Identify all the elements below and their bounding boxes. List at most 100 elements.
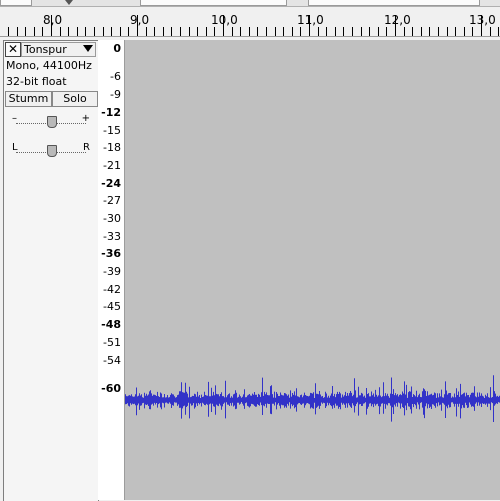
ruler-minor-tick bbox=[42, 27, 43, 36]
ruler-minor-tick bbox=[68, 27, 69, 36]
mute-button[interactable]: Stumm bbox=[5, 91, 52, 107]
db-scale-label: -24 bbox=[101, 177, 121, 190]
db-scale-label: -9 bbox=[110, 88, 121, 101]
db-scale-label: -60 bbox=[101, 382, 121, 395]
ruler-minor-tick bbox=[318, 27, 319, 36]
ruler-minor-tick bbox=[197, 27, 198, 36]
ruler-minor-tick bbox=[378, 27, 379, 36]
track-bit-depth: 32-bit float bbox=[6, 75, 67, 88]
ruler-minor-tick bbox=[257, 27, 258, 36]
db-scale-label: -30 bbox=[103, 212, 121, 225]
toolbar-strip bbox=[0, 0, 500, 7]
ruler-minor-tick bbox=[25, 27, 26, 36]
ruler-minor-tick bbox=[464, 27, 465, 36]
ruler-major-tick bbox=[137, 15, 138, 36]
ruler-minor-tick bbox=[472, 27, 473, 36]
ruler-label: 10,0 bbox=[211, 13, 238, 27]
ruler-minor-tick bbox=[498, 27, 499, 36]
ruler-minor-tick bbox=[352, 27, 353, 36]
ruler-major-tick bbox=[309, 15, 310, 36]
toolbar-field-right[interactable] bbox=[308, 0, 480, 6]
toolbar-field-left[interactable] bbox=[0, 0, 32, 6]
ruler-minor-tick bbox=[94, 27, 95, 36]
close-icon: ✕ bbox=[7, 42, 19, 56]
db-scale-label: -42 bbox=[103, 283, 121, 296]
ruler-minor-tick bbox=[180, 27, 181, 36]
toolbar-field-mid[interactable] bbox=[140, 0, 287, 6]
ruler-minor-tick bbox=[283, 27, 284, 36]
waveform bbox=[125, 375, 500, 422]
ruler-minor-tick bbox=[111, 27, 112, 36]
ruler-minor-tick bbox=[421, 27, 422, 36]
db-scale-label: -15 bbox=[103, 124, 121, 137]
ruler-minor-tick bbox=[103, 27, 104, 36]
ruler-label: 9,0 bbox=[130, 13, 150, 27]
ruler-minor-tick bbox=[326, 27, 327, 36]
pan-slider-thumb[interactable] bbox=[47, 145, 57, 157]
track-name-menu[interactable]: Tonspur bbox=[21, 42, 96, 57]
ruler-minor-tick bbox=[77, 27, 78, 36]
ruler-major-tick bbox=[481, 15, 482, 36]
db-scale-label: -21 bbox=[103, 159, 121, 172]
ruler-minor-tick bbox=[490, 27, 491, 36]
ruler-minor-tick bbox=[128, 27, 129, 36]
ruler-minor-tick bbox=[146, 27, 147, 36]
ruler-minor-tick bbox=[154, 27, 155, 36]
ruler-minor-tick bbox=[266, 27, 267, 36]
db-scale-label: -27 bbox=[103, 194, 121, 207]
ruler-minor-tick bbox=[404, 27, 405, 36]
db-scale-label: -39 bbox=[103, 265, 121, 278]
ruler-major-tick bbox=[223, 15, 224, 36]
db-scale: 0 -6 -9 -12 -15 -18 -21 -24 -27 -30 -33 -36 -39 -42 -4… bbox=[98, 40, 125, 500]
track-control-panel: ✕ Tonspur Mono, 44100Hz 32-bit float Stu… bbox=[3, 40, 99, 501]
db-scale-label: -51 bbox=[103, 336, 121, 349]
ruler-minor-tick bbox=[275, 27, 276, 36]
db-scale-label: 0 bbox=[113, 42, 121, 55]
waveform-area[interactable] bbox=[125, 40, 500, 500]
ruler-minor-tick bbox=[214, 27, 215, 36]
chevron-down-icon bbox=[83, 45, 93, 52]
db-scale-label: -45 bbox=[103, 300, 121, 313]
ruler-minor-tick bbox=[438, 27, 439, 36]
ruler-minor-tick bbox=[163, 27, 164, 36]
ruler-label: 11,0 bbox=[297, 13, 324, 27]
ruler-minor-tick bbox=[171, 27, 172, 36]
db-scale-label: -12 bbox=[101, 106, 121, 119]
db-scale-label: -33 bbox=[103, 230, 121, 243]
ruler-minor-tick bbox=[206, 27, 207, 36]
solo-button[interactable]: Solo bbox=[52, 91, 98, 107]
db-scale-label: -36 bbox=[101, 247, 121, 260]
db-scale-label: -6 bbox=[110, 70, 121, 83]
ruler-label: 8,0 bbox=[43, 13, 63, 27]
gain-slider-thumb[interactable] bbox=[47, 116, 57, 128]
ruler-minor-tick bbox=[300, 27, 301, 36]
timeline-ruler[interactable]: 8,0 9,0 10,0 11,0 12,0 13,0 bbox=[0, 7, 500, 37]
close-track-button[interactable]: ✕ bbox=[5, 42, 21, 57]
ruler-minor-tick bbox=[189, 27, 190, 36]
ruler-label: 13,0 bbox=[469, 13, 496, 27]
ruler-major-tick bbox=[51, 15, 52, 36]
ruler-minor-tick bbox=[447, 27, 448, 36]
db-scale-label: -54 bbox=[103, 354, 121, 367]
ruler-minor-tick bbox=[292, 27, 293, 36]
gain-slider[interactable]: – + bbox=[12, 113, 90, 129]
ruler-minor-tick bbox=[120, 27, 121, 36]
track-format: Mono, 44100Hz bbox=[6, 59, 92, 72]
playback-marker-icon[interactable] bbox=[65, 0, 73, 5]
ruler-minor-tick bbox=[361, 27, 362, 36]
ruler-minor-tick bbox=[8, 27, 9, 36]
ruler-minor-tick bbox=[232, 27, 233, 36]
track-name-label: Tonspur bbox=[24, 43, 67, 56]
ruler-minor-tick bbox=[386, 27, 387, 36]
ruler-minor-tick bbox=[429, 27, 430, 36]
db-scale-label: -18 bbox=[103, 141, 121, 154]
ruler-minor-tick bbox=[17, 27, 18, 36]
ruler-minor-tick bbox=[249, 27, 250, 36]
ruler-label: 12,0 bbox=[384, 13, 411, 27]
ruler-minor-tick bbox=[335, 27, 336, 36]
waveform-path bbox=[125, 375, 500, 422]
ruler-minor-tick bbox=[240, 27, 241, 36]
db-scale-label: -48 bbox=[101, 318, 121, 331]
pan-slider[interactable]: L R bbox=[12, 142, 90, 158]
ruler-minor-tick bbox=[412, 27, 413, 36]
